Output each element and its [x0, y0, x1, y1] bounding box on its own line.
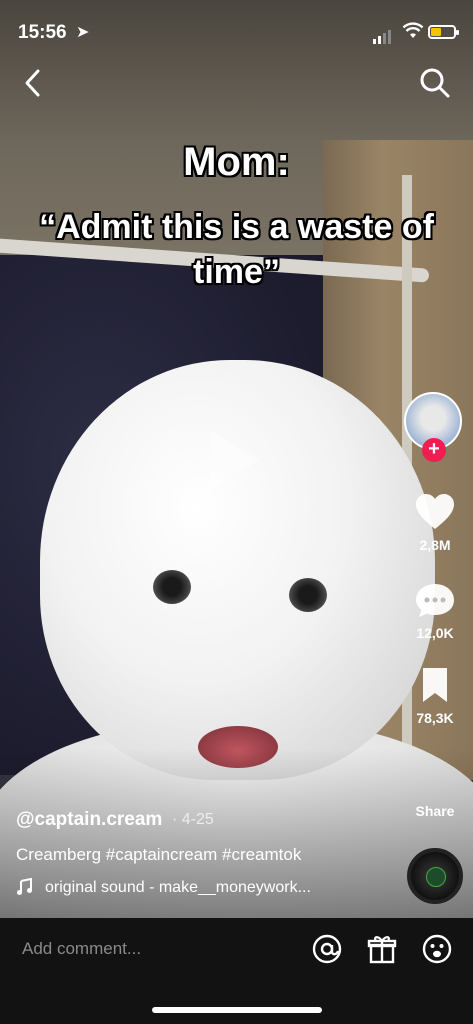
- video-frame[interactable]: [0, 0, 473, 918]
- save-button[interactable]: 78,3K: [400, 666, 470, 726]
- status-bar: 15:56 ➤: [0, 0, 473, 60]
- search-icon[interactable]: [418, 66, 452, 100]
- heart-icon: [416, 494, 454, 529]
- right-eye: [289, 578, 327, 612]
- music-note-icon: [16, 877, 34, 901]
- bookmark-icon: [423, 668, 447, 702]
- tiktok-video-screen: 15:56 ➤ Mom: “Admit this is a waste of t…: [0, 0, 473, 1024]
- comment-bar: Add comment...: [0, 918, 473, 1024]
- share-button[interactable]: Share: [400, 803, 470, 819]
- sound-cover-icon: [426, 867, 446, 887]
- post-description[interactable]: Creamberg #captaincream #creamtok: [16, 845, 301, 865]
- like-button[interactable]: 2,8M: [400, 493, 470, 553]
- sound-disc[interactable]: [407, 848, 463, 904]
- username-link[interactable]: @captain.cream: [16, 809, 162, 831]
- caption-title: Mom:: [183, 140, 290, 184]
- status-time: 15:56: [18, 22, 67, 43]
- like-count: 2,8M: [419, 537, 451, 553]
- post-date: · 4-25: [172, 811, 214, 828]
- left-eye: [153, 570, 191, 604]
- comment-icon: [416, 584, 454, 617]
- sound-link[interactable]: original sound - make__moneywork...: [45, 879, 311, 897]
- emoji-icon[interactable]: [421, 933, 453, 965]
- wifi-icon: [402, 22, 424, 45]
- home-indicator[interactable]: [152, 1007, 322, 1013]
- location-arrow-icon: ➤: [76, 24, 90, 41]
- add-comment-input[interactable]: Add comment...: [22, 939, 141, 959]
- cellular-signal-icon: [373, 26, 393, 44]
- caption-quote: “Admit this is a waste of time”: [39, 208, 434, 291]
- comment-count: 12,0K: [416, 625, 454, 641]
- comment-button[interactable]: 12,0K: [400, 582, 470, 641]
- save-count: 78,3K: [416, 710, 454, 726]
- mention-icon[interactable]: [311, 933, 343, 965]
- foam-head: [40, 360, 435, 780]
- play-icon: [210, 430, 260, 490]
- battery-icon: [428, 25, 459, 39]
- follow-plus-button[interactable]: +: [422, 438, 446, 462]
- back-icon[interactable]: [18, 66, 48, 100]
- gift-icon[interactable]: [366, 933, 398, 965]
